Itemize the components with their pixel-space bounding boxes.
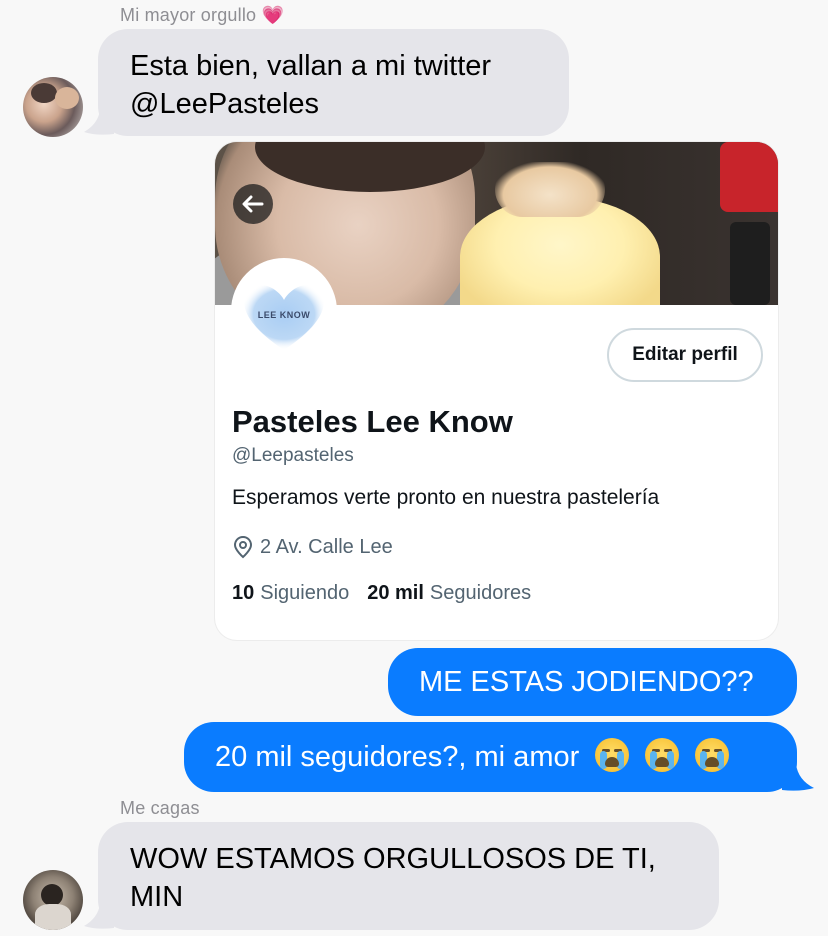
sender-name-1: Mi mayor orgullo 💗: [120, 5, 284, 26]
avatar[interactable]: [23, 77, 83, 137]
message-text: 20 mil seguidores?, mi amor: [215, 741, 580, 773]
twitter-profile-card[interactable]: LEE KNOW Editar perfil Pasteles Lee Know…: [215, 142, 778, 640]
back-arrow-icon[interactable]: [233, 184, 273, 224]
message-bubble-outgoing[interactable]: 20 mil seguidores?, mi amor: [184, 722, 797, 792]
message-bubble-outgoing[interactable]: ME ESTAS JODIENDO??: [388, 648, 797, 716]
crying-emoji-icon: [645, 738, 680, 772]
followers-count[interactable]: 20 mil: [367, 582, 424, 605]
profile-handle: @Leepasteles: [232, 445, 354, 466]
profile-location: 2 Av. Calle Lee: [232, 535, 393, 559]
edit-profile-button[interactable]: Editar perfil: [607, 328, 763, 382]
location-pin-icon: [233, 535, 253, 559]
message-line: MIN: [130, 881, 184, 913]
following-count[interactable]: 10: [232, 582, 254, 605]
sender-name-text: Mi mayor orgullo: [120, 5, 257, 25]
message-bubble-incoming[interactable]: WOW ESTAMOS ORGULLOSOS DE TI, MIN: [98, 822, 719, 930]
message-bubble-incoming[interactable]: Esta bien, vallan a mi twitter @LeePaste…: [98, 29, 569, 136]
crying-emoji-icon: [695, 738, 730, 772]
avatar[interactable]: [23, 870, 83, 930]
message-line: WOW ESTAMOS ORGULLOSOS DE TI,: [130, 843, 656, 875]
location-text: 2 Av. Calle Lee: [260, 535, 393, 558]
logo-text: LEE KNOW: [257, 310, 311, 320]
heart-emoji: 💗: [261, 5, 285, 25]
profile-avatar[interactable]: LEE KNOW: [231, 258, 337, 364]
followers-label[interactable]: Seguidores: [430, 582, 531, 605]
bubble-tail: [84, 110, 114, 135]
profile-bio: Esperamos verte pronto en nuestra pastel…: [232, 486, 660, 509]
profile-stats: 10 Siguiendo 20 mil Seguidores: [232, 582, 531, 605]
sender-name-2: Me cagas: [120, 798, 200, 818]
bubble-tail: [84, 904, 114, 929]
message-line: @LeePasteles: [130, 88, 320, 120]
crying-emoji-icon: [595, 738, 630, 772]
message-line: Esta bien, vallan a mi twitter: [130, 50, 492, 82]
bubble-tail: [782, 764, 814, 791]
message-text: ME ESTAS JODIENDO??: [419, 666, 754, 698]
following-label[interactable]: Siguiendo: [260, 582, 349, 605]
profile-name: Pasteles Lee Know: [232, 404, 513, 439]
